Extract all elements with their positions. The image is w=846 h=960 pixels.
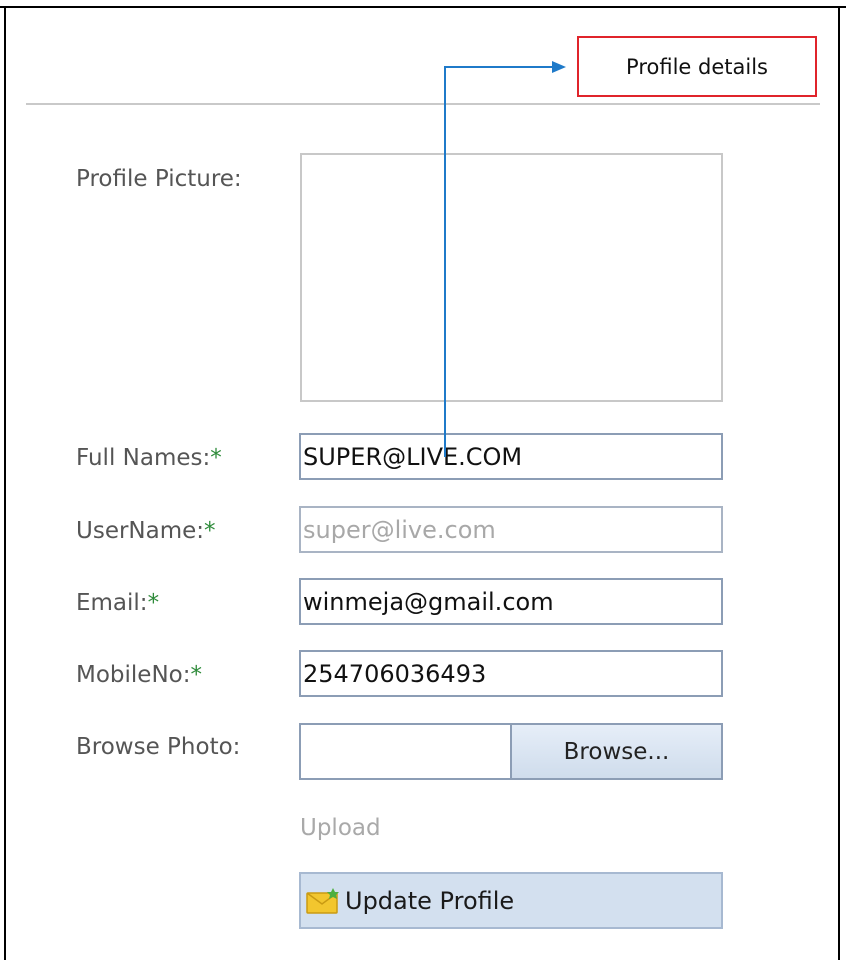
annotation-arrow [444, 61, 566, 457]
full-names-input[interactable] [299, 433, 723, 480]
full-names-label-text: Full Names: [76, 445, 211, 471]
required-marker: * [210, 445, 222, 471]
username-label-text: UserName: [76, 518, 205, 544]
profile-details-callout: Profile details [577, 36, 817, 97]
mobile-label-text: MobileNo: [76, 662, 191, 688]
profile-picture-frame [300, 153, 723, 402]
update-profile-button[interactable]: Update Profile [299, 872, 723, 929]
required-marker: * [204, 518, 216, 544]
browse-button[interactable]: Browse... [510, 723, 723, 780]
profile-form-screenshot: Profile details Profile Picture: Full Na… [0, 0, 846, 960]
mobile-label: MobileNo:* [76, 662, 202, 688]
email-label: Email:* [76, 590, 159, 616]
file-path-input[interactable] [299, 723, 511, 780]
envelope-icon [306, 887, 339, 914]
profile-picture-label: Profile Picture: [76, 166, 242, 192]
required-marker: * [190, 662, 202, 688]
upload-link[interactable]: Upload [300, 815, 381, 841]
callout-label: Profile details [626, 54, 768, 79]
frame-left-edge [4, 6, 6, 960]
profile-picture-label-text: Profile Picture: [76, 166, 242, 192]
username-label: UserName:* [76, 518, 216, 544]
browse-button-label: Browse... [563, 738, 670, 765]
required-marker: * [147, 590, 160, 616]
full-names-label: Full Names:* [76, 445, 222, 471]
email-input[interactable] [299, 578, 723, 625]
header-divider [26, 103, 820, 105]
username-input [299, 506, 723, 553]
email-label-text: Email: [76, 590, 148, 616]
browse-photo-label: Browse Photo: [76, 734, 240, 760]
frame-top-edge [0, 6, 846, 8]
frame-right-edge [838, 6, 840, 960]
update-profile-button-label: Update Profile [345, 886, 515, 915]
mobile-input[interactable] [299, 650, 723, 697]
browse-photo-label-text: Browse Photo: [76, 734, 241, 760]
